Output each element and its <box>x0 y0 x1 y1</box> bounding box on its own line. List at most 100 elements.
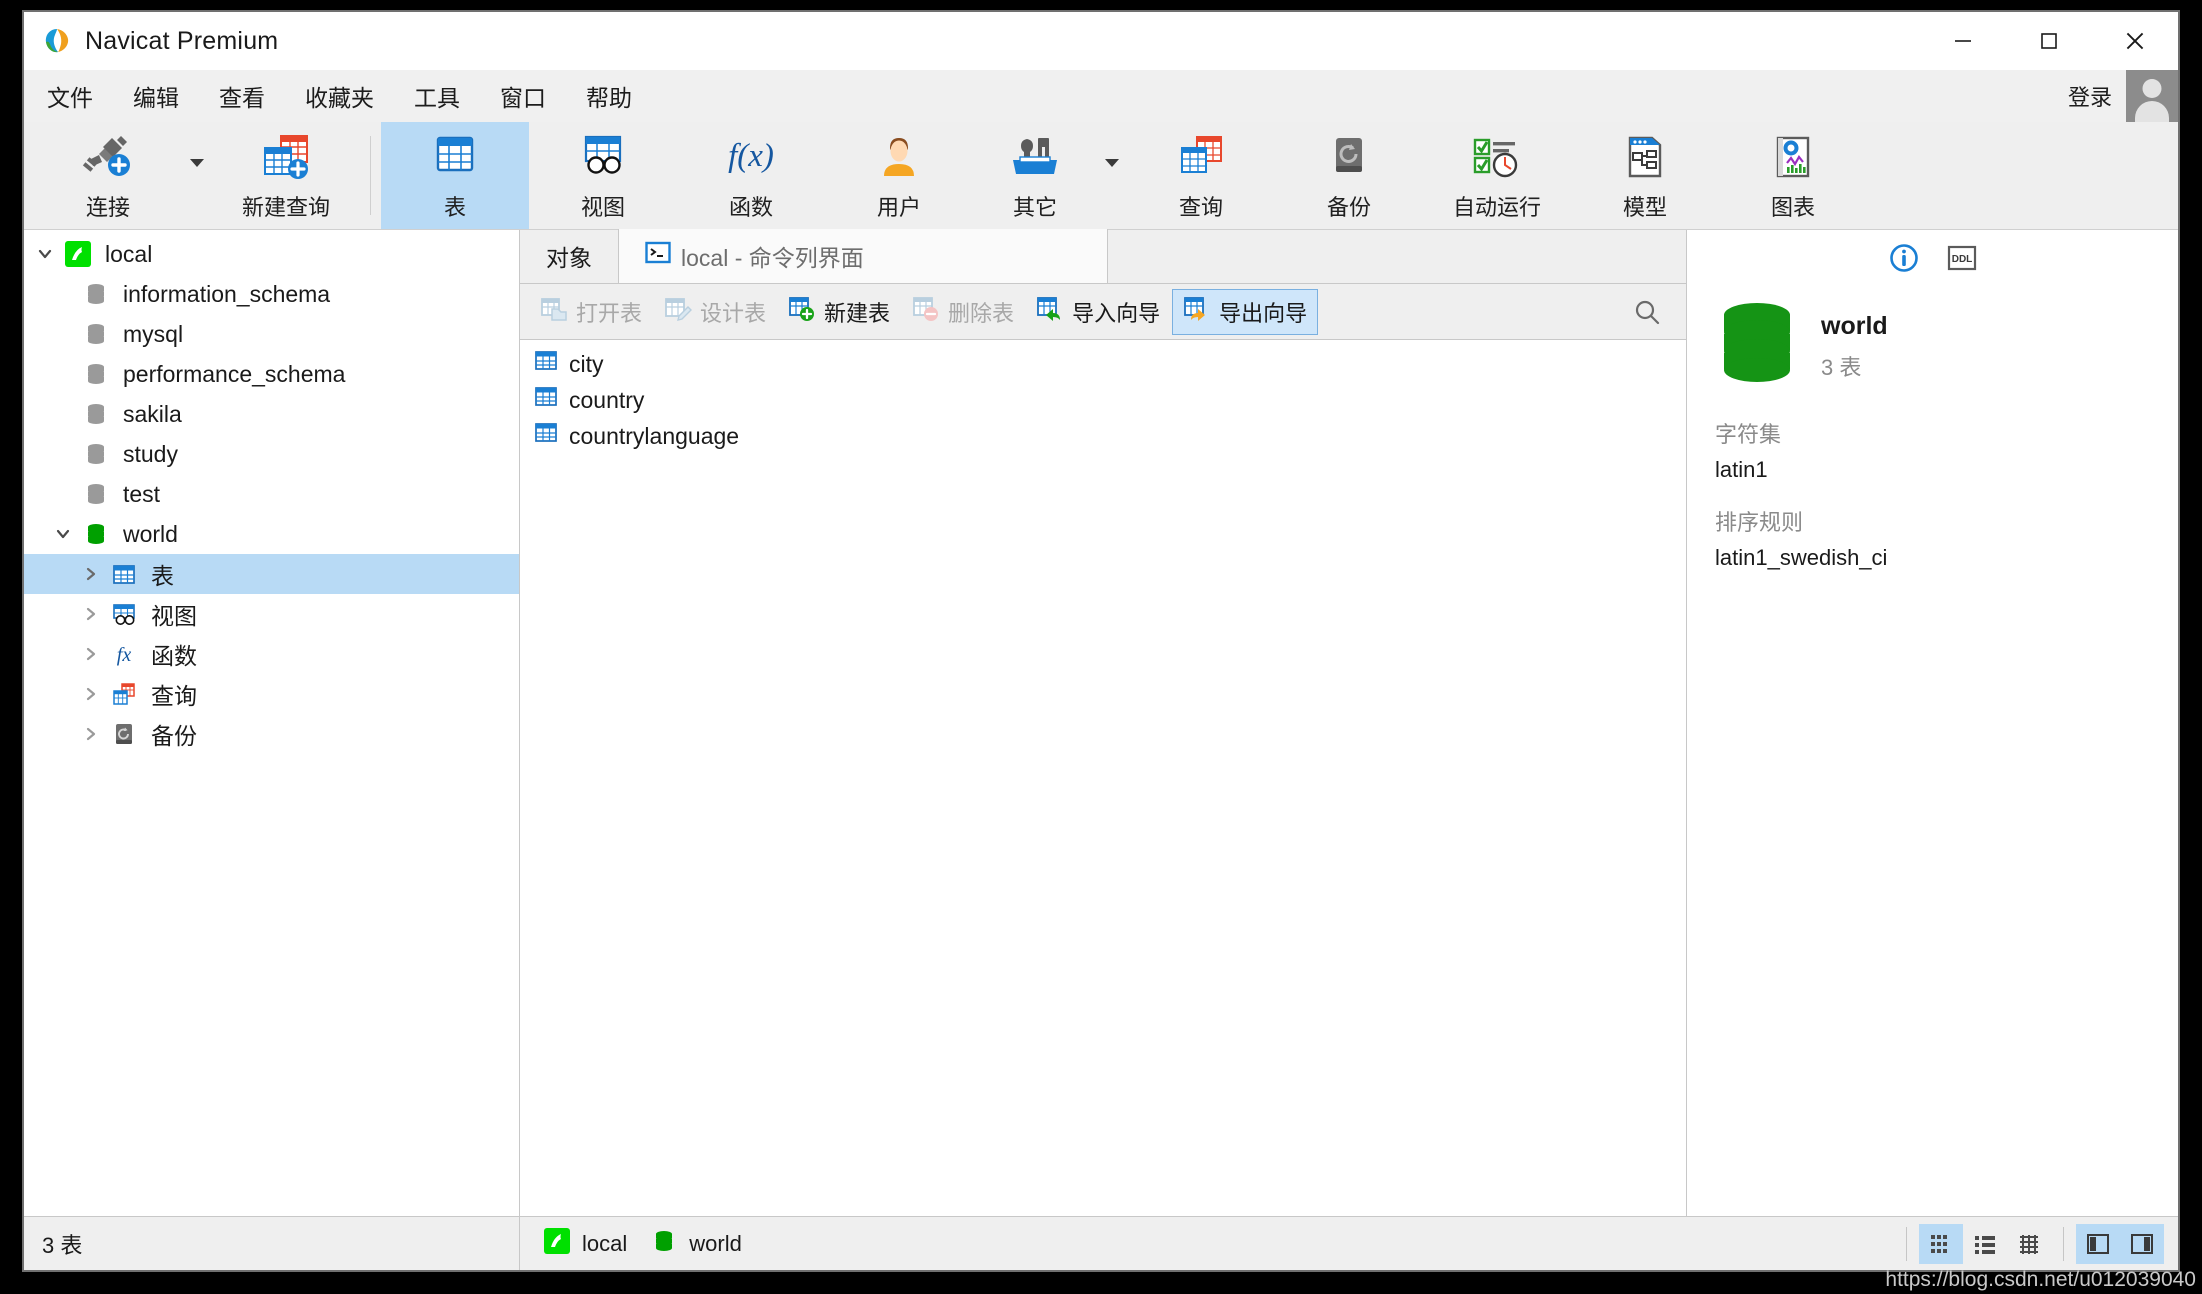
toolbar-query-label: 查询 <box>1178 194 1223 220</box>
title-bar: Navicat Premium <box>24 12 2178 70</box>
chevron-right-icon[interactable] <box>76 565 106 583</box>
chevron-right-icon[interactable] <box>76 645 106 663</box>
chevron-right-icon[interactable] <box>76 685 106 703</box>
table-icon <box>534 385 560 415</box>
tree-node-mysql[interactable]: mysql <box>24 314 519 354</box>
tree-label: 视图 <box>151 603 197 629</box>
menu-bar: 文件 编辑 查看 收藏夹 工具 窗口 帮助 登录 <box>24 70 2178 122</box>
tree-node-performance-schema[interactable]: performance_schema <box>24 354 519 394</box>
ddl-icon[interactable]: DDL <box>1946 243 1978 278</box>
new-table-label: 新建表 <box>824 300 891 326</box>
menu-help[interactable]: 帮助 <box>569 73 649 119</box>
close-button[interactable] <box>2092 12 2178 70</box>
toolbar-table[interactable]: 表 <box>381 122 529 229</box>
chevron-right-icon[interactable] <box>76 605 106 623</box>
database-gray-icon <box>78 361 114 387</box>
object-list[interactable]: city country countrylanguage <box>520 340 1686 1216</box>
function-icon: fx <box>106 641 142 667</box>
tree-node-local[interactable]: local <box>24 234 519 274</box>
database-gray-icon <box>78 401 114 427</box>
chart-icon <box>1767 130 1819 184</box>
toolbar-backup-label: 备份 <box>1326 194 1371 220</box>
search-icon[interactable] <box>1632 297 1662 327</box>
tree-node-study[interactable]: study <box>24 434 519 474</box>
info-field-label: 字符集 <box>1715 422 1782 447</box>
toolbar-connection[interactable]: 连接 <box>34 122 182 229</box>
toolbar-table-label: 表 <box>443 194 466 220</box>
toolbar-chart[interactable]: 图表 <box>1719 122 1867 229</box>
new-table-button[interactable]: 新建表 <box>778 289 900 335</box>
toolbar-automation[interactable]: 自动运行 <box>1423 122 1571 229</box>
tab-console-label: local - 命令列界面 <box>681 245 864 271</box>
backup-icon <box>106 721 142 747</box>
tree-node-world[interactable]: world <box>24 514 519 554</box>
minimize-button[interactable] <box>1920 12 2006 70</box>
backup-icon <box>1323 130 1375 184</box>
sidebar-item-tables[interactable]: 表 <box>24 554 519 594</box>
menu-tools[interactable]: 工具 <box>397 73 477 119</box>
toolbar-other[interactable]: 其它 <box>973 122 1097 229</box>
toolbar-connection-label: 连接 <box>85 194 130 220</box>
avatar[interactable] <box>2126 70 2178 122</box>
toolbar-backup[interactable]: 备份 <box>1275 122 1423 229</box>
import-wizard-label: 导入向导 <box>1072 300 1161 326</box>
toolbar-view-label: 视图 <box>580 194 625 220</box>
tree-node-sakila[interactable]: sakila <box>24 394 519 434</box>
tab-objects[interactable]: 对象 <box>520 229 618 283</box>
table-icon <box>534 421 560 451</box>
design-table-button[interactable]: 设计表 <box>654 289 776 335</box>
open-table-button[interactable]: 打开表 <box>530 289 652 335</box>
menu-view[interactable]: 查看 <box>202 73 282 119</box>
tab-strip: 对象 local - 命令列界面 <box>520 229 1686 284</box>
query-icon <box>1175 130 1227 184</box>
toolbar-user-label: 用户 <box>876 194 921 220</box>
chevron-down-icon[interactable] <box>30 245 60 263</box>
sidebar-item-queries[interactable]: 查询 <box>24 674 519 714</box>
status-database: world <box>627 1228 742 1260</box>
maximize-button[interactable] <box>2006 12 2092 70</box>
list-view-icon[interactable] <box>1963 1224 2007 1264</box>
menu-file[interactable]: 文件 <box>30 73 110 119</box>
info-field-value: latin1 <box>1715 457 1768 482</box>
tree-node-information-schema[interactable]: information_schema <box>24 274 519 314</box>
sidebar-item-functions[interactable]: fx 函数 <box>24 634 519 674</box>
import-wizard-icon <box>1036 296 1064 328</box>
toolbar-model[interactable]: 模型 <box>1571 122 1719 229</box>
tree-node-test[interactable]: test <box>24 474 519 514</box>
detail-view-icon[interactable] <box>2007 1224 2051 1264</box>
tab-console[interactable]: local - 命令列界面 <box>618 229 1108 283</box>
other-dropdown-caret-icon[interactable] <box>1097 122 1127 229</box>
delete-table-button[interactable]: 删除表 <box>902 289 1024 335</box>
toolbar-user[interactable]: 用户 <box>825 122 973 229</box>
sidebar-item-views[interactable]: 视图 <box>24 594 519 634</box>
list-item[interactable]: city <box>520 346 1686 382</box>
login-link[interactable]: 登录 <box>2068 80 2126 112</box>
export-wizard-button[interactable]: 导出向导 <box>1172 288 1319 335</box>
connection-dropdown-caret-icon[interactable] <box>182 122 212 229</box>
list-item[interactable]: country <box>520 382 1686 418</box>
chevron-down-icon[interactable] <box>48 525 78 543</box>
grid-view-icon[interactable] <box>1919 1223 1963 1264</box>
toolbar-query[interactable]: 查询 <box>1127 122 1275 229</box>
tree-label: study <box>123 440 178 467</box>
toolbar-function[interactable]: f(x) 函数 <box>677 122 825 229</box>
sidebar-item-backups[interactable]: 备份 <box>24 714 519 754</box>
import-wizard-button[interactable]: 导入向导 <box>1026 289 1170 335</box>
info-db-text: world 3 表 <box>1821 312 1888 382</box>
database-gray-icon <box>78 321 114 347</box>
toolbar-new-query[interactable]: 新建查询 <box>212 122 360 229</box>
info-circle-icon[interactable] <box>1888 242 1920 279</box>
info-field-charset: 字符集 latin1 <box>1687 395 2178 483</box>
list-item[interactable]: countrylanguage <box>520 418 1686 454</box>
database-green-icon <box>1715 298 1799 395</box>
menu-favorites[interactable]: 收藏夹 <box>288 73 391 119</box>
svg-text:f(x): f(x) <box>728 138 774 174</box>
connection-node-icon <box>544 1227 570 1260</box>
menu-edit[interactable]: 编辑 <box>116 73 196 119</box>
chevron-right-icon[interactable] <box>76 725 106 743</box>
toolbar-view[interactable]: 视图 <box>529 122 677 229</box>
right-pane-toggle-icon[interactable] <box>2120 1223 2164 1264</box>
menu-window[interactable]: 窗口 <box>483 73 563 119</box>
navigation-sidebar[interactable]: local information_schema mysql performan… <box>24 230 520 1216</box>
left-pane-toggle-icon[interactable] <box>2076 1223 2120 1264</box>
